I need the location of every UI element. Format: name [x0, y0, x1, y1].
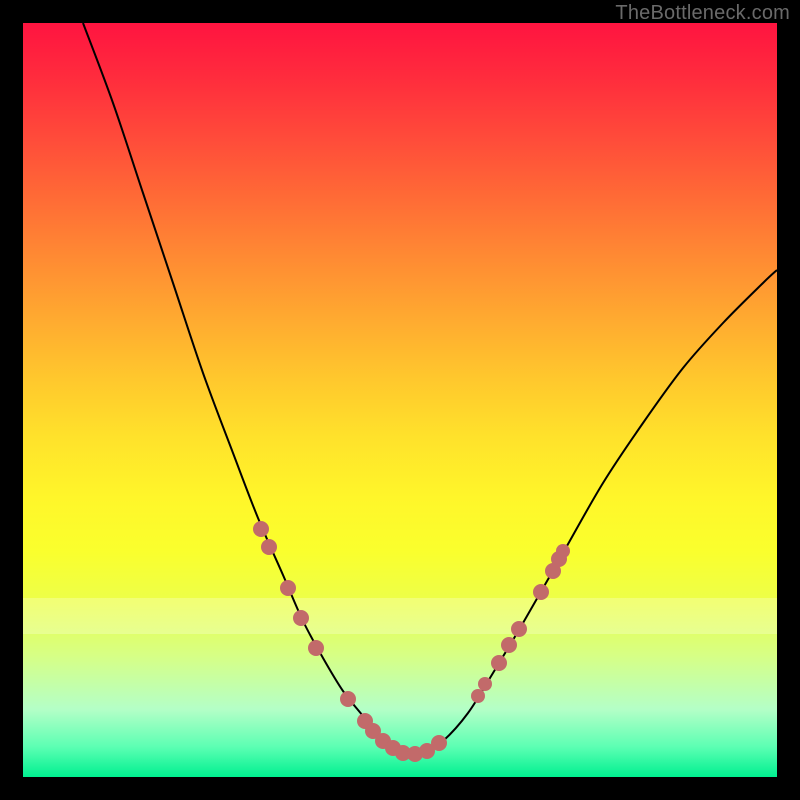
curve-path [83, 23, 777, 755]
data-marker [533, 584, 549, 600]
data-marker [431, 735, 447, 751]
marker-group [253, 521, 570, 762]
data-marker [511, 621, 527, 637]
chart-svg [23, 23, 777, 777]
data-marker [501, 637, 517, 653]
data-marker [491, 655, 507, 671]
data-marker [471, 689, 485, 703]
data-marker [280, 580, 296, 596]
data-marker [253, 521, 269, 537]
data-marker [478, 677, 492, 691]
data-marker [556, 544, 570, 558]
plot-area [23, 23, 777, 777]
data-marker [261, 539, 277, 555]
data-marker [340, 691, 356, 707]
data-marker [293, 610, 309, 626]
data-marker [308, 640, 324, 656]
watermark-text: TheBottleneck.com [615, 2, 790, 25]
